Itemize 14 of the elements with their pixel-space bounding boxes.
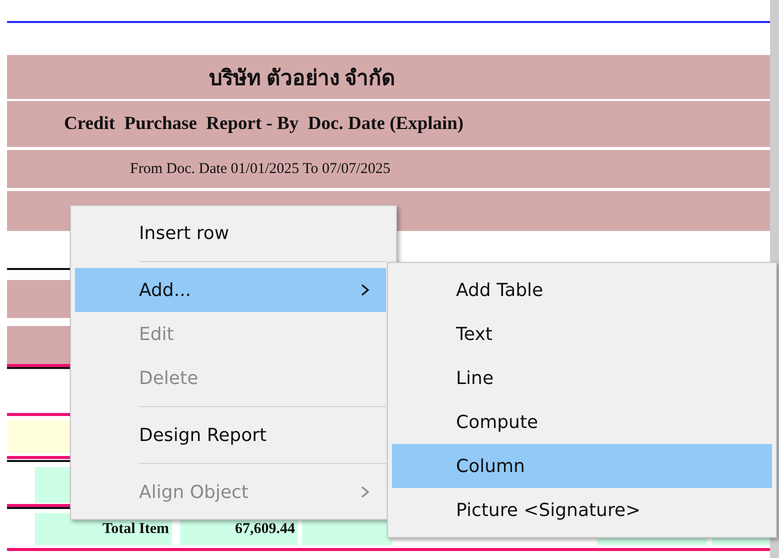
menu-item[interactable]: Column: [392, 444, 772, 488]
menu-item[interactable]: Text: [392, 312, 772, 356]
company-name: บริษัท ตัวอย่าง จำกัด: [209, 64, 396, 92]
menu-item[interactable]: Picture <Signature>: [392, 488, 772, 532]
menu-item[interactable]: Add...: [75, 268, 386, 312]
menu-item[interactable]: Design Report: [75, 413, 386, 457]
menu-item[interactable]: Insert row: [75, 211, 386, 255]
report-title: Credit Purchase Report - By Doc. Date (Explain): [64, 114, 464, 134]
menu-item[interactable]: Line: [392, 356, 772, 400]
chevron-right-icon: [360, 485, 370, 499]
chevron-right-icon: [360, 283, 370, 297]
menu-item[interactable]: Add Table: [392, 268, 772, 312]
date-range: From Doc. Date 01/01/2025 To 07/07/2025: [130, 160, 390, 178]
menu-item[interactable]: Compute: [392, 400, 772, 444]
